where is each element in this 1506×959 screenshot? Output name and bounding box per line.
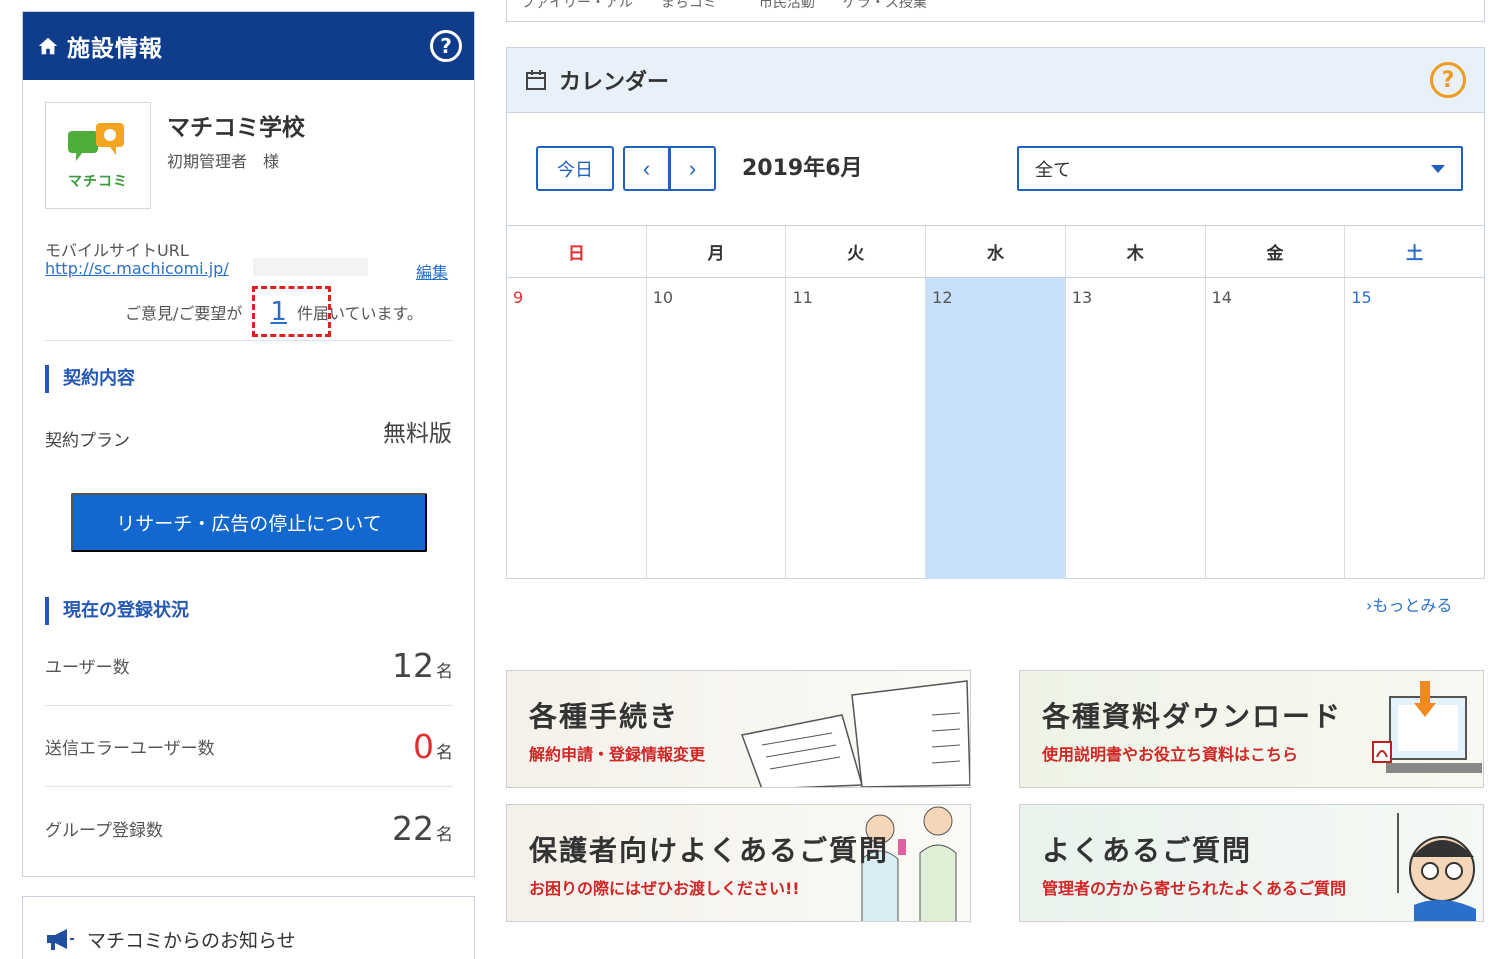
calendar-panel: カレンダー ? 今日 ‹ › 2019年6月 全て 日 月 火 水 木 金 土 … [506, 47, 1485, 579]
day-cell-today[interactable]: 12 [926, 278, 1066, 579]
errors-label: 送信エラーユーザー数 [45, 739, 215, 759]
week-row: 9 10 11 12 13 14 15 [507, 278, 1484, 579]
contract-heading: 契約内容 [45, 365, 135, 393]
stop-research-ads-button[interactable]: リサーチ・広告の停止について [71, 493, 427, 552]
weekday-mon: 月 [647, 226, 787, 277]
help-icon[interactable]: ? [1430, 62, 1466, 98]
calendar-icon [526, 70, 546, 90]
megaphone-icon [47, 929, 74, 950]
banner-downloads-title: 各種資料ダウンロード [1042, 700, 1343, 733]
stat-errors: 送信エラーユーザー数 0名 [45, 707, 453, 787]
weekday-sun: 日 [507, 226, 647, 277]
banner-faq[interactable]: よくあるご質問 管理者の方から寄せられたよくあるご質問 [1019, 804, 1484, 922]
help-icon[interactable]: ? [430, 30, 462, 62]
mobile-site-url[interactable]: http://sc.machicomi.jp/ [45, 259, 229, 278]
home-icon [38, 37, 58, 55]
day-cell[interactable]: 10 [647, 278, 787, 579]
logo-graphic-icon [68, 122, 124, 161]
banner-downloads-subtitle: 使用説明書やお役立ち資料はこちら [1042, 745, 1299, 764]
logo-text: マチコミ [68, 173, 128, 190]
more-link[interactable]: ›もっとみる [1366, 592, 1452, 616]
groups-label: グループ登録数 [45, 820, 163, 841]
banner-downloads[interactable]: 各種資料ダウンロード 使用説明書やお役立ち資料はこちら [1019, 670, 1484, 788]
mobile-site-label: モバイルサイトURL [45, 241, 189, 260]
chevron-right-icon[interactable]: › [669, 146, 716, 191]
facility-panel: 施設情報 ? マチコミ マチコミ学校 初期管理者 様 モバイルサイトURL ht… [22, 11, 475, 877]
stat-users: ユーザー数 12 名 [45, 626, 453, 706]
users-value: 12 名 [392, 646, 453, 685]
plan-label: 契約プラン [45, 431, 130, 451]
edit-link[interactable]: 編集 [416, 259, 448, 283]
school-logo: マチコミ [45, 102, 151, 209]
banner-faq-title: よくあるご質問 [1042, 834, 1253, 867]
day-cell[interactable]: 9 [507, 278, 647, 579]
caret-down-icon [1431, 164, 1445, 173]
filter-value: 全て [1035, 159, 1071, 181]
banner-parents-faq[interactable]: 保護者向けよくあるご質問 お困りの際にはぜひお渡しください!! [506, 804, 971, 922]
calendar-header: カレンダー ? [507, 48, 1484, 113]
day-cell[interactable]: 15 [1345, 278, 1484, 579]
admin-name: 初期管理者 様 [167, 152, 280, 171]
top-cut-panel: ファイリー・アル まちコミ 市民活動 ゲラ・ス授業 [506, 0, 1485, 22]
calendar-grid: 日 月 火 水 木 金 土 9 10 11 12 13 14 15 [507, 225, 1484, 579]
day-cell[interactable]: 13 [1066, 278, 1206, 579]
notice-title: マチコミからのお知らせ [87, 929, 296, 952]
banner-faq-subtitle: 管理者の方から寄せられたよくあるご質問 [1042, 879, 1347, 898]
qa-character-icon [1397, 813, 1476, 921]
divider [45, 340, 453, 341]
chevron-left-icon[interactable]: ‹ [623, 146, 670, 191]
weekday-sat: 土 [1406, 244, 1424, 264]
month-label: 2019年6月 [742, 156, 863, 181]
day-cell[interactable]: 14 [1206, 278, 1346, 579]
errors-value: 0名 [413, 727, 453, 766]
calendar-filter-select[interactable]: 全て [1017, 146, 1463, 191]
school-name: マチコミ学校 [167, 115, 305, 141]
groups-value: 22 名 [392, 808, 453, 848]
registration-heading: 現在の登録状況 [45, 597, 189, 625]
today-button[interactable]: 今日 [536, 146, 614, 191]
url-redaction [253, 258, 368, 276]
banner-procedures[interactable]: 各種手続き 解約申請・登録情報変更 [506, 670, 971, 788]
banner-procedures-title: 各種手続き [529, 700, 680, 733]
highlight-box [252, 286, 331, 337]
documents-illustration-icon [740, 680, 970, 787]
plan-value: 無料版 [383, 421, 452, 447]
weekday-tue: 火 [786, 226, 927, 277]
notice-panel[interactable]: マチコミからのお知らせ [22, 896, 475, 959]
banner-procedures-subtitle: 解約申請・登録情報変更 [529, 745, 706, 764]
opinion-prefix: ご意見/ご要望が [125, 304, 243, 323]
calendar-title: カレンダー [559, 70, 670, 95]
weekday-wed: 水 [926, 226, 1066, 277]
computer-download-icon [1386, 681, 1482, 773]
facility-title: 施設情報 [67, 36, 163, 62]
top-cut-text: ファイリー・アル まちコミ 市民活動 ゲラ・ス授業 [521, 0, 927, 11]
weekday-fri: 金 [1206, 226, 1346, 277]
pdf-icon [1372, 741, 1392, 763]
banner-parents-faq-subtitle: お困りの際にはぜひお渡しください!! [529, 879, 800, 898]
stat-groups: グループ登録数 22 名 [45, 788, 453, 868]
weekday-thu: 木 [1066, 226, 1206, 277]
day-cell[interactable]: 11 [786, 278, 927, 579]
banner-parents-faq-title: 保護者向けよくあるご質問 [529, 834, 890, 867]
facility-header: 施設情報 ? [23, 12, 474, 80]
users-label: ユーザー数 [45, 658, 130, 678]
weekday-row: 日 月 火 水 木 金 土 [507, 226, 1484, 278]
